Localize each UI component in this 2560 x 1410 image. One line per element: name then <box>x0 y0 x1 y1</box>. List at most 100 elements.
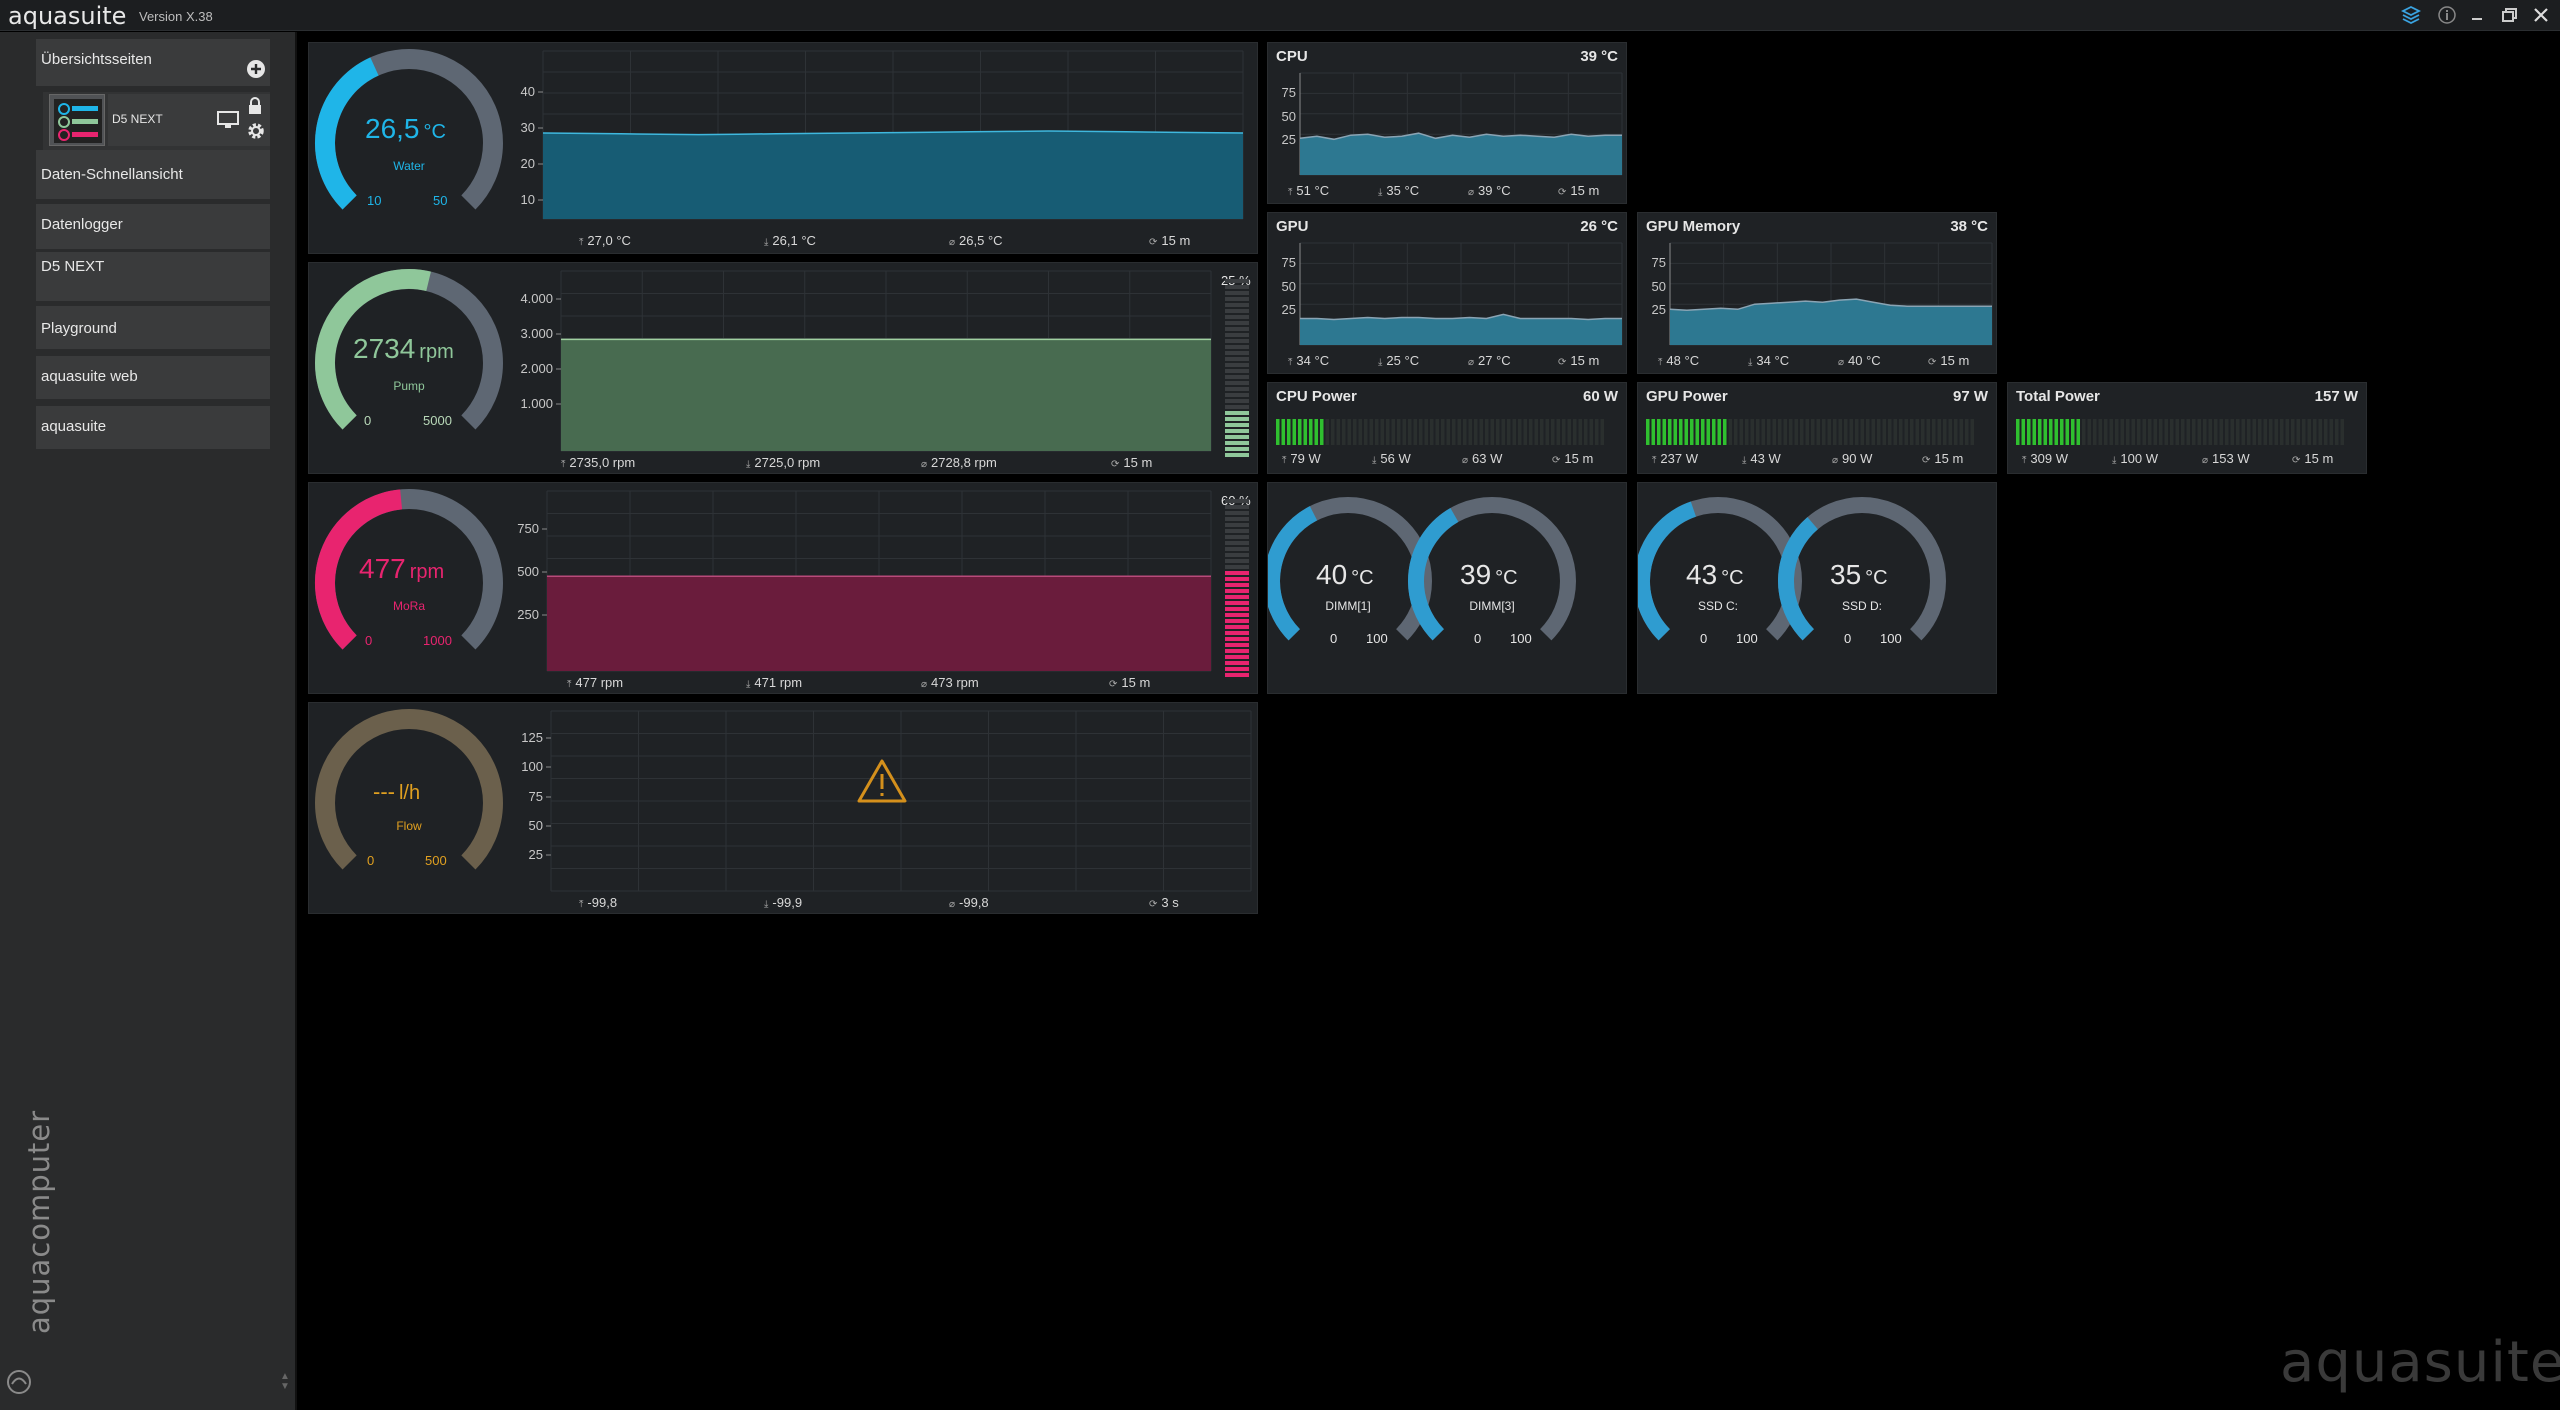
y-tick-label: 50 <box>1281 279 1296 294</box>
power-segment <box>1915 419 1919 445</box>
gauge-max: 100 <box>1366 631 1388 646</box>
stat-avg: ⌀ 26,5 °C <box>949 233 1003 248</box>
stat-value: 35 °C <box>1386 183 1420 198</box>
stat-max: ⤒ 237 W <box>1652 451 1698 466</box>
power-segment <box>1551 419 1555 445</box>
gpu-temp-tile[interactable]: GPU 26 °C 75 50 25 ⤒ 34 °C ⤓ 25 °C ⌀ 27 °C ⟳ 15 m <box>1267 212 1627 374</box>
cpu-power-tile[interactable]: CPU Power 60 W ⤒ 79 W ⤓ 56 W ⌀ 63 W ⟳ 15 m <box>1267 382 1627 474</box>
stat-icon: ⟳ <box>1922 455 1931 466</box>
layers-icon[interactable] <box>2400 4 2422 26</box>
close-icon[interactable] <box>2530 4 2552 26</box>
power-segment <box>2203 419 2207 445</box>
minimize-icon[interactable] <box>2466 4 2488 26</box>
percent-segment <box>1225 607 1249 611</box>
sidebar-item-daten-schnellansicht[interactable]: Daten-Schnellansicht <box>36 150 270 200</box>
pump-speed-panel[interactable]: 2734 rpm Pump 0 5000 4.000 3.000 2.000 1.000 ⤒ 273… <box>308 262 1258 474</box>
sidebar-item-datenlogger[interactable]: Datenlogger <box>36 204 270 250</box>
page-thumbnail[interactable] <box>49 94 105 146</box>
page-thumb-label-box[interactable]: D5 NEXT <box>108 94 270 146</box>
power-segment <box>1921 419 1925 445</box>
percent-segment <box>1225 351 1249 355</box>
stat-avg: ⌀ 40 °C <box>1838 353 1881 368</box>
y-tick-label: 75 <box>1651 255 1666 270</box>
stat-avg: ⌀ 39 °C <box>1468 183 1511 198</box>
stat-min: ⤓ 25 °C <box>1378 353 1419 368</box>
percent-segment <box>1225 523 1249 527</box>
power-segment <box>1595 419 1599 445</box>
power-segment <box>1646 419 1650 445</box>
power-segment <box>1662 419 1666 445</box>
flow-panel[interactable]: --- l/h Flow 0 500 125 100 75 50 25 ⤒ -99,8 ⤓ -99,9 ⌀ -… <box>308 702 1258 914</box>
percent-bar <box>1225 499 1249 677</box>
gauge-value: 40 °C <box>1316 559 1374 591</box>
stat-value: 15 m <box>1570 353 1600 368</box>
stat-value: 153 W <box>2212 451 2250 466</box>
power-segment <box>1303 419 1307 445</box>
power-segment <box>1756 419 1760 445</box>
stat-max: ⤒ 309 W <box>2022 451 2068 466</box>
stat-value: 15 m <box>1940 353 1970 368</box>
power-segment <box>2329 419 2333 445</box>
sidebar-item-overview-pages[interactable]: Übersichtsseiten <box>36 39 270 87</box>
percent-segment <box>1225 369 1249 373</box>
power-segment <box>2065 419 2069 445</box>
gpu-memory-temp-tile[interactable]: GPU Memory 38 °C 75 50 25 ⤒ 48 °C ⤓ 34 °C ⌀ 40 °C ⟳… <box>1637 212 1997 374</box>
sidebar-scroll-arrows[interactable]: ▲ ▼ <box>280 1372 290 1402</box>
stat-icon: ⤓ <box>1748 357 1753 368</box>
sidebar-item-aquasuite[interactable]: aquasuite <box>36 406 270 450</box>
percent-segment <box>1225 303 1249 307</box>
percent-segment <box>1225 619 1249 623</box>
percent-segment <box>1225 417 1249 421</box>
sidebar-item-aquasuite-web[interactable]: aquasuite web <box>36 356 270 400</box>
gauge-max: 100 <box>1880 631 1902 646</box>
power-segment <box>1347 419 1351 445</box>
percent-segment <box>1225 399 1249 403</box>
stat-icon: ⟳ <box>1149 237 1158 248</box>
ssd-temp-tile[interactable]: 43 °C SSD C: 0 100 35 °C SSD D: 0 100 <box>1637 482 1997 694</box>
power-segment <box>1391 419 1395 445</box>
percent-segment <box>1225 559 1249 563</box>
power-segment <box>1512 419 1516 445</box>
info-icon[interactable] <box>2436 4 2458 26</box>
power-segment <box>2247 419 2251 445</box>
power-segment <box>1750 419 1754 445</box>
sidebar-item-d5-next[interactable]: D5 NEXT <box>36 252 270 302</box>
stat-icon: ⤓ <box>764 237 769 248</box>
mora-fan-panel[interactable]: 477 rpm MoRa 0 1000 750 500 250 ⤒ 477 rpm ⤓ 471 rpm… <box>308 482 1258 694</box>
power-segment <box>1463 419 1467 445</box>
power-segment <box>1899 419 1903 445</box>
sidebar-item-playground[interactable]: Playground <box>36 306 270 350</box>
percent-segment <box>1225 505 1249 509</box>
total-power-tile[interactable]: Total Power 157 W ⤒ 309 W ⤓ 100 W ⌀ 153 W ⟳ 15 m <box>2007 382 2367 474</box>
title-bar: aquasuite Version X.38 <box>0 0 2560 31</box>
percent-segment <box>1225 363 1249 367</box>
power-segment <box>1904 419 1908 445</box>
power-segment <box>1353 419 1357 445</box>
power-segment <box>1943 419 1947 445</box>
power-segment <box>1474 419 1478 445</box>
gpu-power-tile[interactable]: GPU Power 97 W ⤒ 237 W ⤓ 43 W ⌀ 90 W ⟳ 15 m <box>1637 382 1997 474</box>
power-segment <box>1723 419 1727 445</box>
restore-icon[interactable] <box>2498 4 2520 26</box>
power-segment <box>2236 419 2240 445</box>
stat-icon: ⤒ <box>579 237 584 248</box>
power-segment <box>1789 419 1793 445</box>
stat-icon: ⤒ <box>2022 455 2027 466</box>
gauge-min: 0 <box>1700 631 1708 646</box>
power-segment <box>1545 419 1549 445</box>
power-segment <box>1358 419 1362 445</box>
stat-value: 15 m <box>1570 183 1600 198</box>
power-segment <box>2175 419 2179 445</box>
dimm-temp-tile[interactable]: 40 °C DIMM[1] 0 100 39 °C DIMM[3] 0 100 <box>1267 482 1627 694</box>
percent-segment <box>1225 547 1249 551</box>
stat-icon: ⤓ <box>1742 455 1747 466</box>
cpu-temp-tile[interactable]: CPU 39 °C 75 50 25 ⤒ 51 °C ⤓ 35 °C ⌀ 39 °C ⟳ 15 m <box>1267 42 1627 204</box>
power-segment <box>1276 419 1280 445</box>
gauge-max: 100 <box>1510 631 1532 646</box>
power-segment <box>1364 419 1368 445</box>
gauge-value: 35 °C <box>1830 559 1888 591</box>
stat-icon: ⤒ <box>1652 455 1657 466</box>
stat-avg: ⌀ 153 W <box>2202 451 2250 466</box>
water-temp-panel[interactable]: 26,5 °C Water 10 50 40 30 20 10 ⤒ 27,0 °C ⤓ 26,1 °C ⌀… <box>308 42 1258 254</box>
percent-segment <box>1225 297 1249 301</box>
